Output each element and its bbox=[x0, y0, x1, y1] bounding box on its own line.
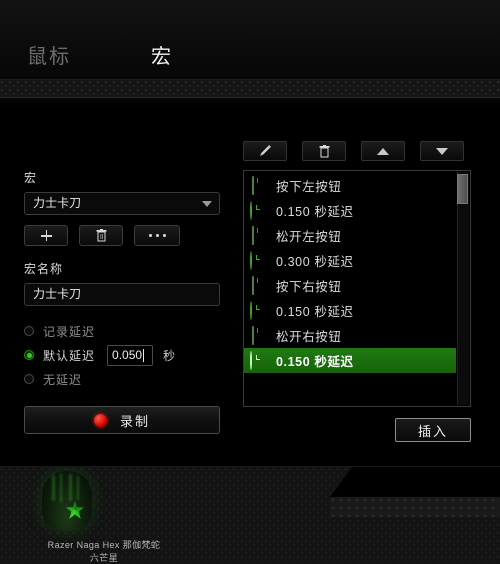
mouse-icon bbox=[250, 325, 268, 345]
mouse-icon bbox=[250, 225, 268, 245]
trash-icon bbox=[319, 144, 329, 157]
text-caret bbox=[143, 348, 145, 362]
macro-settings-panel: 宏 力士卡刀 宏名称 力士卡刀 记录延迟 默认延迟 0.050 秒 无延迟 录制 bbox=[24, 169, 220, 434]
tab-mouse[interactable]: 鼠标 bbox=[14, 40, 84, 74]
trash-icon bbox=[96, 229, 106, 242]
list-item-label: 0.150 秒延迟 bbox=[276, 355, 354, 369]
arrow-up-icon bbox=[377, 147, 389, 155]
device-bar: Razer Naga Hex 那伽梵蛇 六芒星 bbox=[0, 466, 500, 564]
list-scrollbar-track[interactable] bbox=[457, 172, 469, 405]
list-item[interactable]: 松开右按钮 bbox=[244, 323, 456, 348]
radio-indicator bbox=[24, 374, 34, 384]
list-item[interactable]: 0.150 秒延迟 bbox=[244, 198, 456, 223]
record-dot-icon bbox=[93, 413, 107, 427]
edit-button[interactable] bbox=[243, 141, 287, 161]
chevron-down-icon bbox=[202, 201, 212, 207]
clock-icon bbox=[250, 250, 268, 270]
radio-indicator bbox=[24, 350, 34, 360]
macro-select-value: 力士卡刀 bbox=[33, 196, 82, 210]
radio-default-delay[interactable]: 默认延迟 0.050 秒 bbox=[24, 344, 220, 366]
move-up-button[interactable] bbox=[361, 141, 405, 161]
default-delay-value: 0.050 bbox=[112, 348, 143, 362]
delay-unit-label: 秒 bbox=[163, 348, 176, 363]
ellipsis-icon bbox=[148, 234, 166, 237]
device-thumbnail[interactable]: Razer Naga Hex 那伽梵蛇 六芒星 bbox=[34, 471, 160, 563]
tab-macro[interactable]: 宏 bbox=[130, 40, 194, 74]
record-button[interactable]: 录制 bbox=[24, 406, 220, 434]
radio-label: 无延迟 bbox=[43, 372, 83, 387]
clock-icon bbox=[250, 350, 268, 370]
arrow-down-icon bbox=[436, 147, 448, 155]
macro-sequence-list[interactable]: 按下左按钮 0.150 秒延迟 松开左按钮 0.300 秒延迟 按下右按钮 0.… bbox=[243, 170, 471, 407]
mouse-icon bbox=[250, 175, 268, 195]
clock-icon bbox=[250, 200, 268, 220]
device-bar-notch-texture bbox=[330, 497, 500, 517]
list-item[interactable]: 松开左按钮 bbox=[244, 223, 456, 248]
list-item[interactable]: 按下左按钮 bbox=[244, 173, 456, 198]
list-item-label: 0.150 秒延迟 bbox=[276, 205, 354, 219]
macro-name-input[interactable]: 力士卡刀 bbox=[24, 283, 220, 306]
insert-button-row: 插入 bbox=[243, 418, 471, 442]
add-macro-button[interactable] bbox=[24, 225, 68, 246]
clock-icon bbox=[250, 300, 268, 320]
device-name-line1: Razer Naga Hex 那伽梵蛇 bbox=[47, 540, 161, 550]
macro-name-value: 力士卡刀 bbox=[33, 287, 82, 301]
delay-option-group: 记录延迟 默认延迟 0.050 秒 无延迟 bbox=[24, 320, 220, 390]
list-item[interactable]: 0.150 秒延迟 bbox=[244, 298, 456, 323]
radio-record-delay[interactable]: 记录延迟 bbox=[24, 320, 220, 342]
default-delay-input[interactable]: 0.050 bbox=[107, 344, 154, 366]
list-item-label: 按下左按钮 bbox=[276, 180, 342, 194]
macro-name-label: 宏名称 bbox=[24, 262, 64, 276]
razer-logo-icon bbox=[66, 501, 84, 519]
radio-label: 记录延迟 bbox=[43, 324, 96, 339]
mouse-icon bbox=[250, 275, 268, 295]
mouse-image bbox=[42, 471, 92, 531]
macro-sequence-rows: 按下左按钮 0.150 秒延迟 松开左按钮 0.300 秒延迟 按下右按钮 0.… bbox=[244, 173, 456, 373]
device-bar-notch bbox=[330, 467, 500, 497]
main-content: 宏 力士卡刀 宏名称 力士卡刀 记录延迟 默认延迟 0.050 秒 无延迟 录制… bbox=[0, 107, 500, 442]
list-item-label: 0.300 秒延迟 bbox=[276, 255, 354, 269]
list-item[interactable]: 按下右按钮 bbox=[244, 273, 456, 298]
radio-label: 默认延迟 bbox=[43, 348, 96, 363]
list-scrollbar-thumb[interactable] bbox=[457, 174, 468, 204]
move-down-button[interactable] bbox=[420, 141, 464, 161]
list-item-label: 按下右按钮 bbox=[276, 280, 342, 294]
list-item-label: 松开右按钮 bbox=[276, 330, 342, 344]
more-options-button[interactable] bbox=[134, 225, 180, 246]
device-name-line2: 六芒星 bbox=[89, 553, 119, 563]
device-name: Razer Naga Hex 那伽梵蛇 六芒星 bbox=[34, 539, 174, 564]
list-item-selected[interactable]: 0.150 秒延迟 bbox=[244, 348, 456, 373]
insert-button[interactable]: 插入 bbox=[395, 418, 471, 442]
header-texture-strip bbox=[0, 80, 500, 98]
record-button-label: 录制 bbox=[119, 413, 150, 429]
radio-no-delay[interactable]: 无延迟 bbox=[24, 368, 220, 390]
delete-button[interactable] bbox=[302, 141, 346, 161]
list-item-label: 0.150 秒延迟 bbox=[276, 305, 354, 319]
macro-select[interactable]: 力士卡刀 bbox=[24, 192, 220, 215]
radio-indicator bbox=[24, 326, 34, 336]
macro-name-block: 宏名称 力士卡刀 bbox=[24, 260, 220, 306]
tab-bar: 鼠标 宏 bbox=[0, 0, 500, 80]
delete-macro-button[interactable] bbox=[79, 225, 123, 246]
pencil-icon bbox=[260, 145, 271, 156]
sequence-toolbar bbox=[243, 141, 471, 161]
macro-label: 宏 bbox=[24, 171, 38, 185]
macro-sequence-panel: 按下左按钮 0.150 秒延迟 松开左按钮 0.300 秒延迟 按下右按钮 0.… bbox=[243, 141, 471, 442]
list-item-label: 松开左按钮 bbox=[276, 230, 342, 244]
plus-icon bbox=[40, 230, 52, 241]
list-item[interactable]: 0.300 秒延迟 bbox=[244, 248, 456, 273]
macro-action-buttons bbox=[24, 225, 220, 246]
header-shadow bbox=[0, 98, 500, 107]
